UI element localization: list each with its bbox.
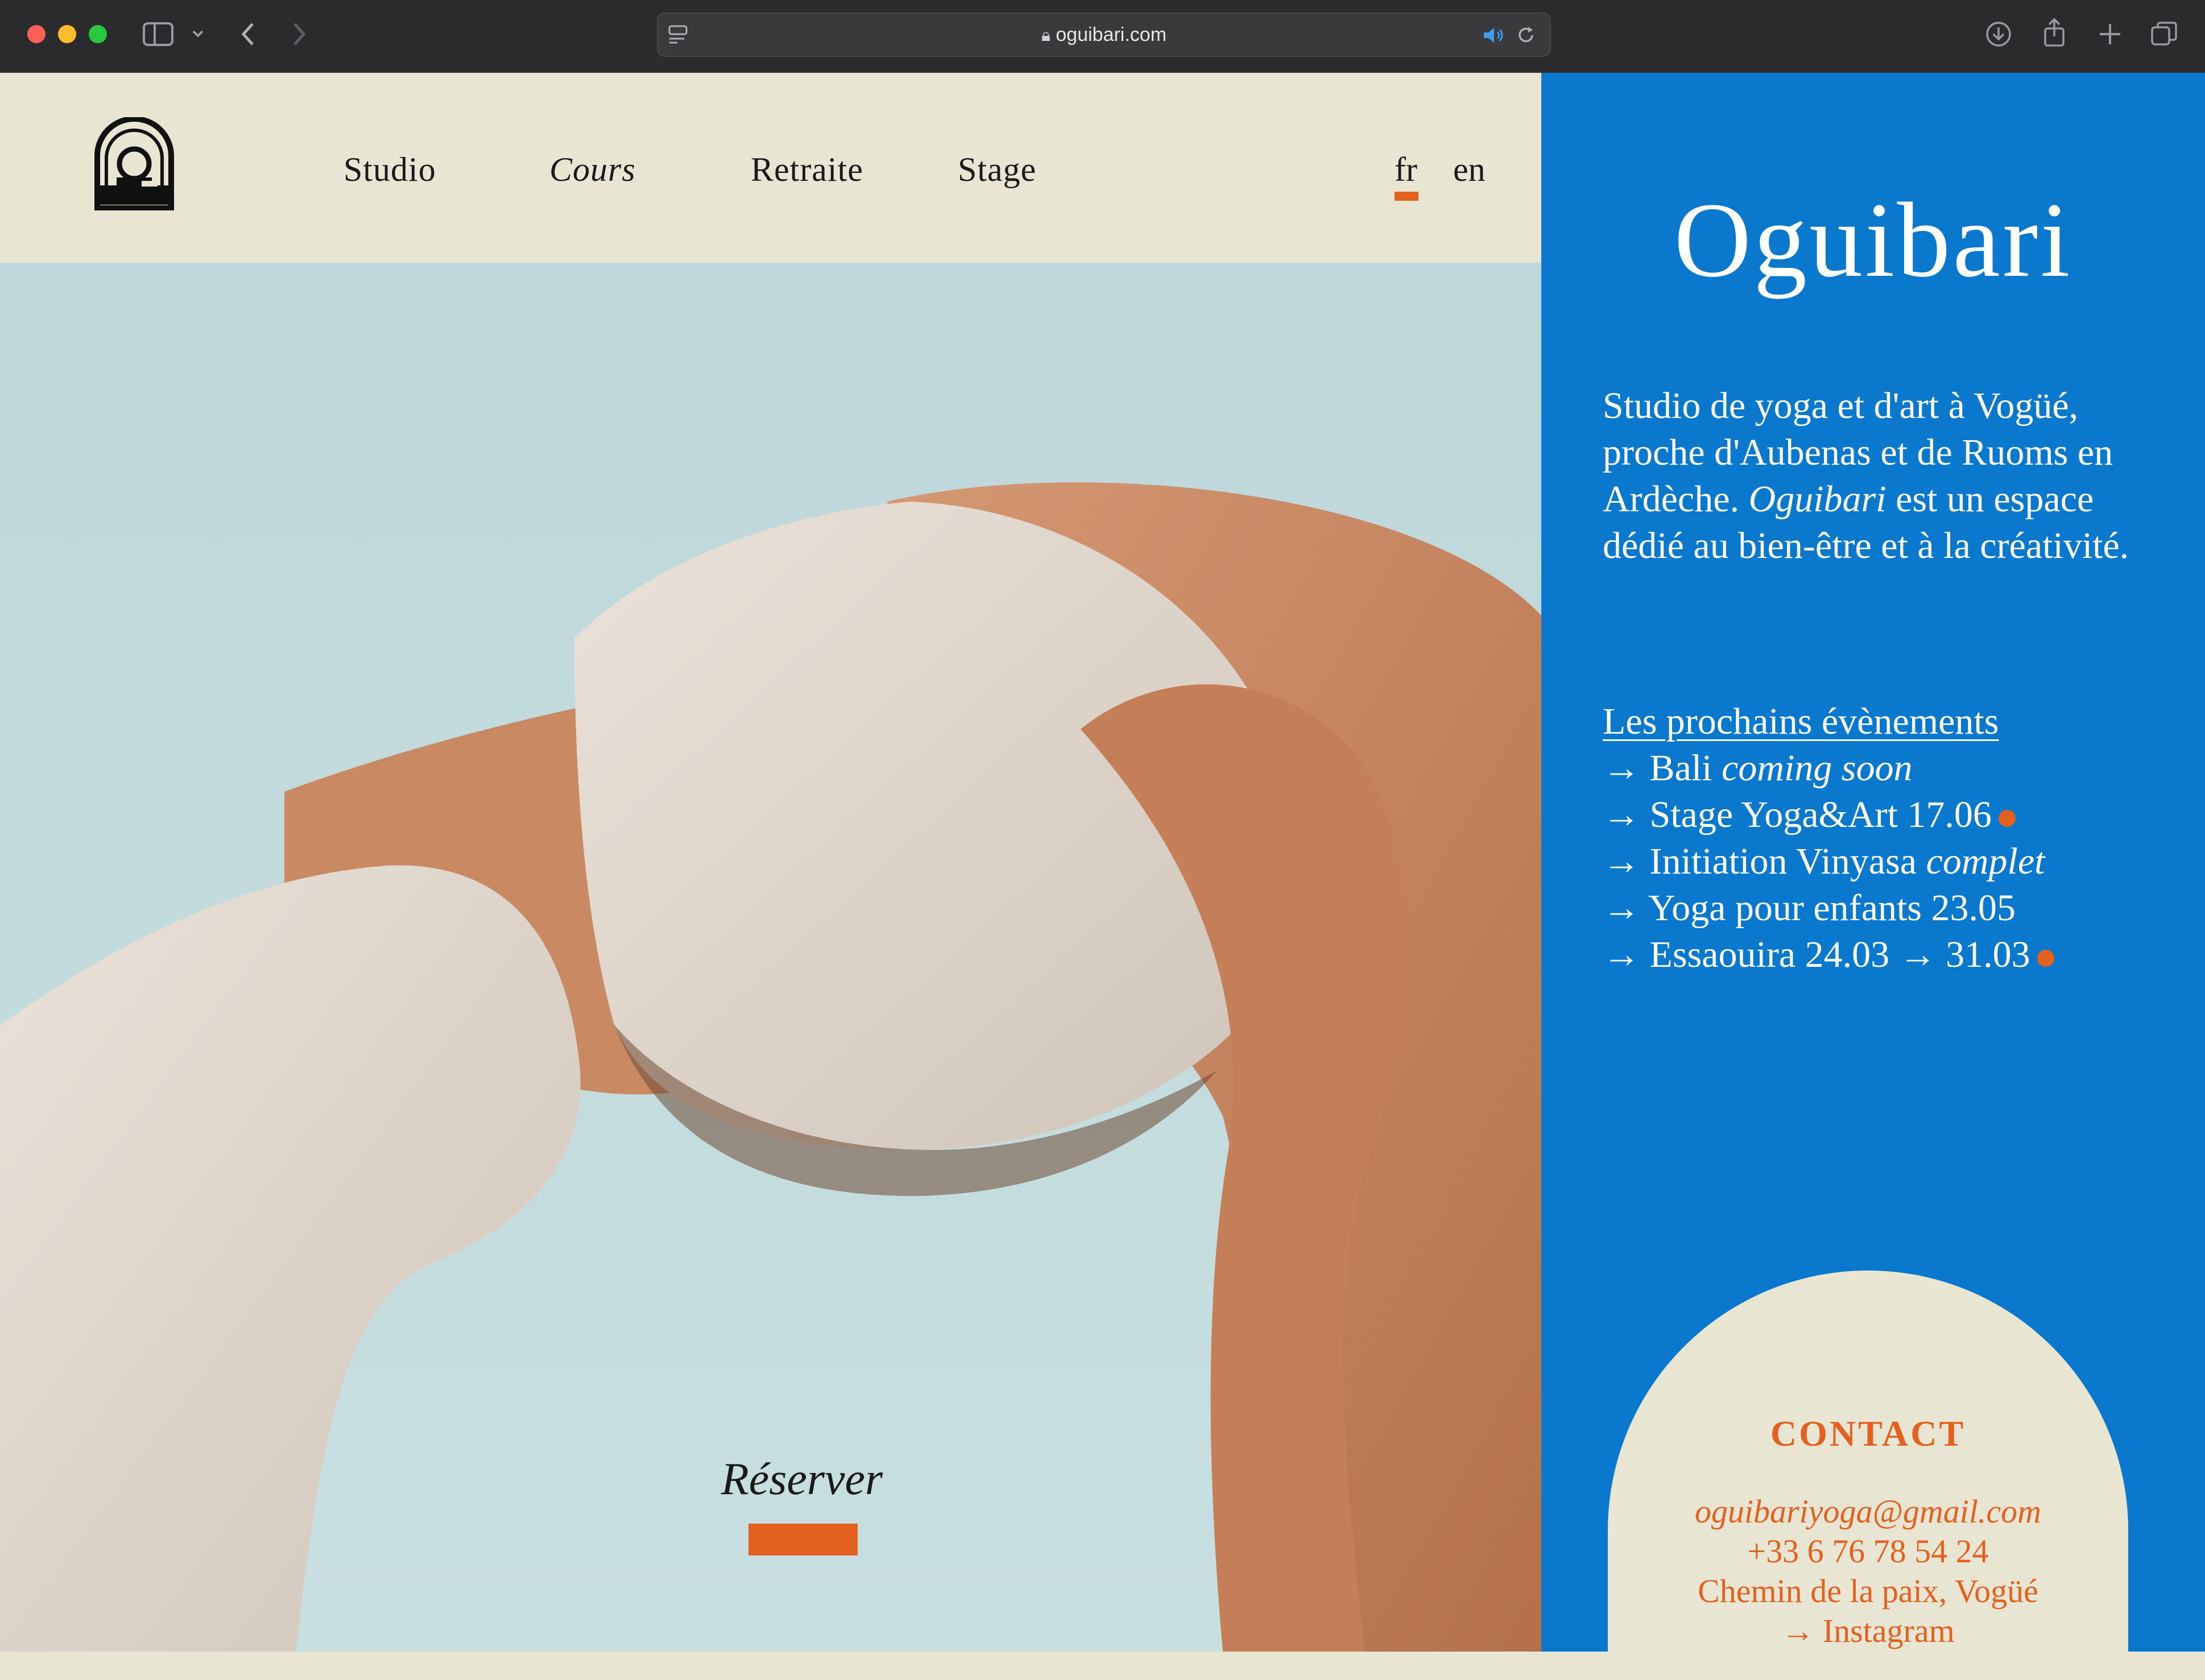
status-dot-icon — [1998, 809, 2016, 827]
events-title[interactable]: Les prochains évènements — [1603, 698, 2194, 745]
nav-studio[interactable]: Studio — [344, 150, 436, 189]
address-bar[interactable]: 🔒︎ oguibari.com — [657, 13, 1551, 57]
url-text: oguibari.com — [1056, 24, 1167, 45]
intro-text: Studio de yoga et d'art à Vogüé, proche … — [1603, 383, 2183, 569]
arrow-icon: → — [1603, 934, 1640, 975]
reserve-link[interactable]: Réserver — [680, 1454, 924, 1505]
site-title: Oguibari — [1674, 180, 2072, 299]
event-label: Initiation Vinyasa — [1649, 841, 1917, 882]
intro-emphasis: Oguibari — [1748, 478, 1887, 520]
event-item[interactable]: → Essaouira 24.03 → 31.03 — [1603, 932, 2194, 978]
event-item[interactable]: → Bali coming soon — [1603, 745, 2194, 792]
close-window-button[interactable] — [27, 25, 45, 43]
info-panel: Oguibari Studio de yoga et d'art à Vogüé… — [1541, 73, 2205, 1680]
lang-fr[interactable]: fr — [1395, 150, 1417, 189]
oguibari-logo[interactable] — [94, 117, 175, 210]
event-label: Essaouira 24.03 → 31.03 — [1649, 934, 2030, 975]
share-icon[interactable] — [2042, 17, 2067, 48]
yoga-pose-photo — [0, 263, 1541, 1652]
nav-stage[interactable]: Stage — [958, 150, 1036, 189]
downloads-icon[interactable] — [1985, 20, 2012, 48]
contact-card: CONTACT oguibariyoga@gmail.com +33 6 76 … — [1608, 1271, 2128, 1680]
arrow-icon: → — [1603, 794, 1640, 835]
active-lang-indicator — [1395, 192, 1418, 201]
forward-arrow-icon[interactable] — [291, 20, 308, 48]
new-tab-icon[interactable] — [2098, 22, 2123, 47]
browser-toolbar: 🔒︎ oguibari.com — [0, 0, 2205, 74]
tab-overview-icon[interactable] — [2150, 20, 2178, 48]
nav-cours[interactable]: Cours — [549, 150, 636, 189]
speaker-icon[interactable] — [1483, 26, 1505, 44]
instagram-link[interactable]: → Instagram — [1608, 1612, 2128, 1650]
event-label: Bali — [1649, 747, 1712, 789]
chevron-down-icon[interactable] — [191, 28, 205, 40]
maximize-window-button[interactable] — [89, 25, 107, 43]
reserve-underline[interactable] — [748, 1524, 858, 1555]
arrow-icon: → — [1603, 747, 1640, 789]
event-label: Stage Yoga&Art 17.06 — [1649, 794, 1992, 835]
event-item[interactable]: → Stage Yoga&Art 17.06 — [1603, 792, 2194, 838]
back-arrow-icon[interactable] — [239, 20, 256, 48]
status-dot-icon — [2037, 949, 2054, 967]
hero-image: Réserver — [0, 263, 1541, 1652]
reload-icon[interactable] — [1516, 25, 1536, 45]
arrow-icon: → — [1603, 887, 1640, 929]
event-label: Yoga pour enfants 23.05 — [1648, 887, 2016, 929]
site-header: Studio Cours Retraite Stage fr en — [0, 73, 1541, 263]
left-column: Studio Cours Retraite Stage fr en Réserv… — [0, 73, 1541, 1652]
contact-phone[interactable]: +33 6 76 78 54 24 — [1608, 1532, 2128, 1570]
event-item[interactable]: → Initiation Vinyasa complet — [1603, 838, 2194, 885]
lang-en[interactable]: en — [1453, 150, 1486, 189]
web-page: Studio Cours Retraite Stage fr en Réserv… — [0, 73, 2205, 1680]
event-note: coming soon — [1722, 747, 1913, 789]
arrow-icon: → — [1603, 841, 1640, 882]
contact-title: CONTACT — [1770, 1413, 1966, 1454]
url-display: 🔒︎ oguibari.com — [658, 24, 1550, 46]
sidebar-icon[interactable] — [142, 22, 174, 47]
event-note: complet — [1926, 841, 2045, 882]
contact-email[interactable]: oguibariyoga@gmail.com — [1608, 1492, 2128, 1530]
events-list: Les prochains évènements → Bali coming s… — [1603, 698, 2194, 978]
event-item[interactable]: → Yoga pour enfants 23.05 — [1603, 885, 2194, 932]
lock-icon: 🔒︎ — [1041, 26, 1050, 45]
minimize-window-button[interactable] — [58, 25, 76, 43]
nav-retraite[interactable]: Retraite — [751, 150, 863, 189]
contact-address: Chemin de la paix, Vogüé — [1698, 1573, 2038, 1609]
